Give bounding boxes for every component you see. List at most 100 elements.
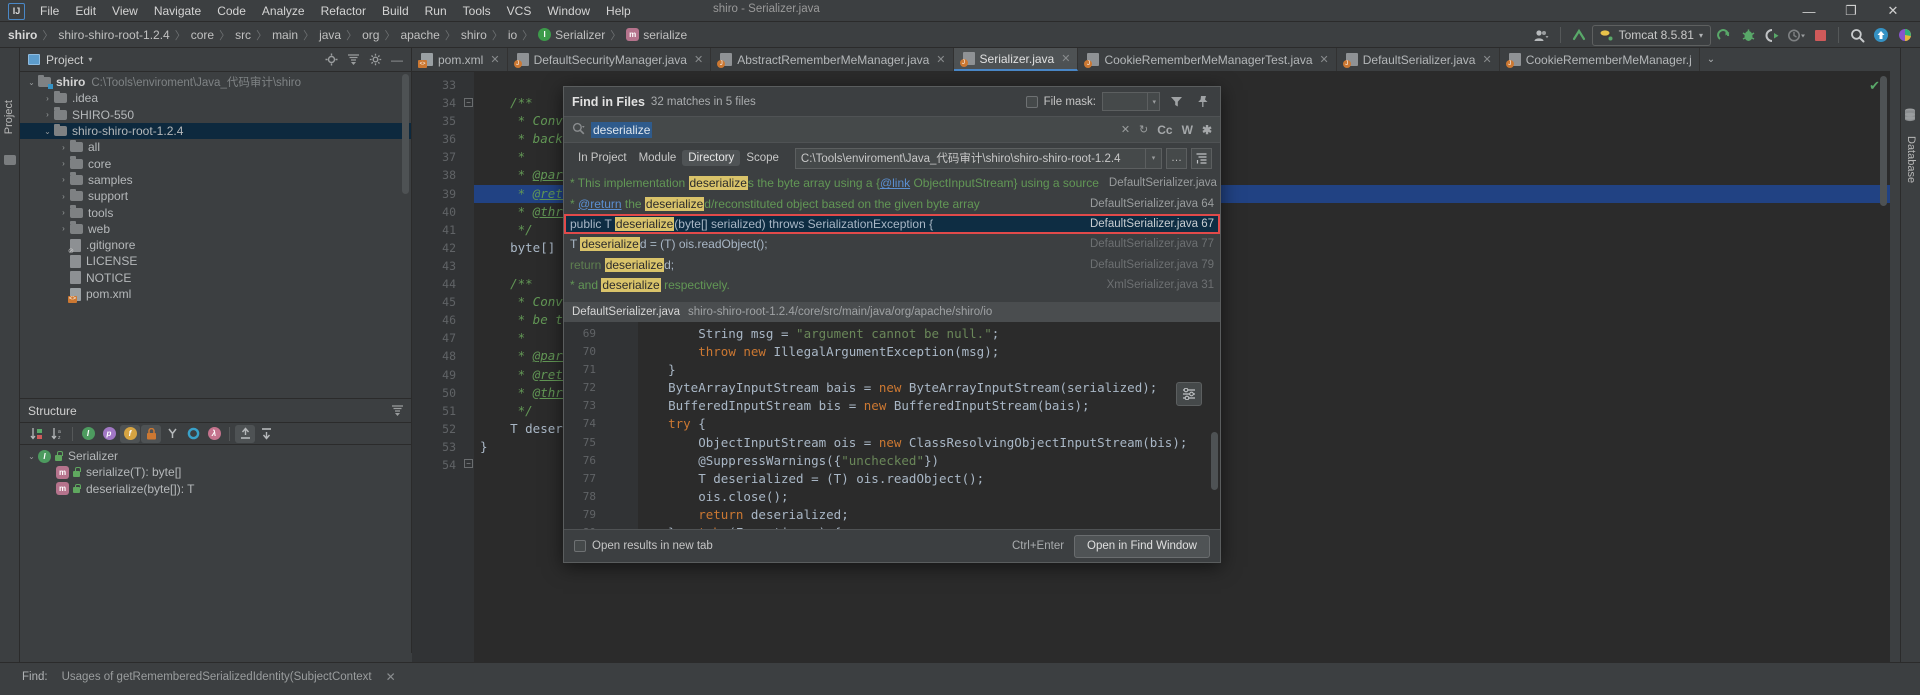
breadcrumb-serializer[interactable]: I Serializer xyxy=(538,28,605,42)
history-icon[interactable]: ↻ xyxy=(1139,123,1148,136)
directory-field[interactable]: C:\Tools\enviroment\Java_代码审计\shiro\shir… xyxy=(794,147,1162,169)
find-result-row[interactable]: * @return the deserialized/reconstituted… xyxy=(564,193,1220,213)
group-by-supertypes-icon[interactable] xyxy=(162,425,182,443)
folder-icon[interactable] xyxy=(4,155,16,165)
scope-tab-in-project[interactable]: In Project xyxy=(572,150,633,166)
run-with-coverage-icon[interactable] xyxy=(1761,24,1783,46)
show-properties-icon[interactable]: p xyxy=(99,425,119,443)
debug-icon[interactable] xyxy=(1737,24,1759,46)
project-tree-row[interactable]: NOTICE xyxy=(20,270,411,286)
menu-item-edit[interactable]: Edit xyxy=(67,1,104,21)
code-fold-icon[interactable]: − xyxy=(464,459,473,468)
chevron-right-icon[interactable]: › xyxy=(58,208,69,217)
close-icon[interactable]: ✕ xyxy=(386,670,396,684)
structure-tree[interactable]: ⌄ I Serializer m serialize(T): byte[] m deseri… xyxy=(20,445,411,497)
show-inherited-icon[interactable]: I xyxy=(78,425,98,443)
structure-tree-row[interactable]: ⌄ I Serializer xyxy=(20,448,411,464)
close-icon[interactable]: ✕ xyxy=(694,53,703,66)
regex-toggle[interactable]: ✱ xyxy=(1202,123,1212,137)
breadcrumb-serialize[interactable]: m serialize xyxy=(626,28,687,42)
find-query-input[interactable]: deserialize xyxy=(591,121,653,138)
find-result-row[interactable]: * and deserialize respectively. XmlSerial… xyxy=(564,275,1220,295)
tool-window-button-project[interactable]: Project xyxy=(3,100,15,134)
chevron-right-icon[interactable]: › xyxy=(58,224,69,233)
chevron-down-icon[interactable]: ▾ xyxy=(88,55,92,64)
maximize-icon[interactable]: ❐ xyxy=(1830,0,1872,22)
close-icon[interactable]: ✕ xyxy=(1872,0,1914,22)
find-result-row[interactable]: return deserialized; DefaultSerializer.ja… xyxy=(564,255,1220,275)
hide-panel-icon[interactable]: — xyxy=(387,50,407,70)
settings-gear-icon[interactable] xyxy=(365,50,385,70)
project-tree-row[interactable]: ⌄ shiro C:\Tools\enviroment\Java_代码审计\shir… xyxy=(20,74,411,90)
close-icon[interactable]: ✕ xyxy=(1482,53,1491,66)
recursive-search-button[interactable] xyxy=(1191,147,1212,169)
chevron-down-icon[interactable]: ⌄ xyxy=(1700,48,1722,71)
scope-tab-scope[interactable]: Scope xyxy=(740,150,785,166)
breadcrumb-org[interactable]: org xyxy=(362,28,379,42)
breadcrumb-core[interactable]: core xyxy=(191,28,214,42)
project-tree-row[interactable]: › core xyxy=(20,155,411,171)
filter-icon[interactable] xyxy=(1166,92,1186,112)
project-scrollbar[interactable] xyxy=(402,74,409,194)
minimize-icon[interactable]: — xyxy=(1788,0,1830,22)
collapse-all-icon[interactable] xyxy=(343,50,363,70)
chevron-right-icon[interactable]: › xyxy=(58,159,69,168)
browse-directory-button[interactable]: … xyxy=(1166,147,1187,169)
structure-tree-row[interactable]: m deserialize(byte[]): T xyxy=(20,481,411,497)
preview-scrollbar[interactable] xyxy=(1211,432,1218,490)
close-icon[interactable]: ✕ xyxy=(936,53,945,66)
project-tree-row[interactable]: LICENSE xyxy=(20,253,411,269)
menu-item-view[interactable]: View xyxy=(104,1,146,21)
breadcrumb-shiro-pkg[interactable]: shiro xyxy=(461,28,487,42)
search-everywhere-icon[interactable] xyxy=(1846,24,1868,46)
sort-by-visibility-icon[interactable] xyxy=(26,425,46,443)
breadcrumb-apache[interactable]: apache xyxy=(400,28,439,42)
sort-alphabetically-icon[interactable]: az xyxy=(47,425,67,443)
show-non-public-icon[interactable] xyxy=(141,424,161,443)
editor-tab[interactable]: AbstractRememberMeManager.java ✕ xyxy=(711,48,954,71)
preview-settings-icon[interactable] xyxy=(1176,382,1202,406)
inspection-status-icon[interactable]: ✔ xyxy=(1869,78,1880,94)
scope-tab-directory[interactable]: Directory xyxy=(682,150,741,166)
project-tree-row[interactable]: › .idea xyxy=(20,90,411,106)
locate-icon[interactable] xyxy=(321,50,341,70)
match-case-toggle[interactable]: Cc xyxy=(1157,123,1172,137)
chevron-right-icon[interactable]: › xyxy=(58,143,69,152)
pin-icon[interactable] xyxy=(1192,92,1212,112)
breadcrumb-src[interactable]: src xyxy=(235,28,251,42)
collapse-all-icon[interactable] xyxy=(387,401,407,421)
file-mask-checkbox[interactable] xyxy=(1025,95,1038,108)
editor-tab[interactable]: DefaultSerializer.java ✕ xyxy=(1337,48,1500,71)
whole-words-toggle[interactable]: W xyxy=(1182,123,1193,137)
show-anonymous-icon[interactable] xyxy=(183,425,203,443)
find-results-list[interactable]: * This implementation deserializes the b… xyxy=(564,173,1220,302)
project-tree-row[interactable]: › support xyxy=(20,188,411,204)
menu-item-refactor[interactable]: Refactor xyxy=(313,1,374,21)
close-icon[interactable]: ✕ xyxy=(490,53,499,66)
vcs-update-icon[interactable] xyxy=(1568,24,1590,46)
project-tree-row[interactable]: pom.xml xyxy=(20,286,411,303)
project-tree[interactable]: ⌄ shiro C:\Tools\enviroment\Java_代码审计\shir… xyxy=(20,72,411,303)
editor-scrollbar[interactable] xyxy=(1880,76,1887,206)
chevron-down-icon[interactable]: ⌄ xyxy=(26,452,37,461)
editor-tab[interactable]: DefaultSecurityManager.java ✕ xyxy=(508,48,712,71)
chevron-right-icon[interactable]: › xyxy=(42,110,53,119)
menu-item-navigate[interactable]: Navigate xyxy=(146,1,209,21)
open-in-find-window-button[interactable]: Open in Find Window xyxy=(1074,534,1210,558)
project-tree-row[interactable]: › SHIRO-550 xyxy=(20,107,411,123)
user-icon[interactable] xyxy=(1531,24,1553,46)
menu-item-help[interactable]: Help xyxy=(598,1,639,21)
structure-tree-row[interactable]: m serialize(T): byte[] xyxy=(20,464,411,480)
menu-item-window[interactable]: Window xyxy=(539,1,598,21)
ide-icon[interactable] xyxy=(1894,24,1916,46)
database-icon[interactable] xyxy=(1904,108,1916,122)
clear-icon[interactable]: ✕ xyxy=(1121,123,1130,136)
expand-all-icon[interactable] xyxy=(235,424,255,443)
menu-item-tools[interactable]: Tools xyxy=(455,1,499,21)
chevron-down-icon[interactable]: ⌄ xyxy=(26,78,37,87)
menu-item-code[interactable]: Code xyxy=(209,1,254,21)
chevron-down-icon[interactable]: ⌄ xyxy=(42,127,53,136)
editor-tab[interactable]: CookieRememberMeManagerTest.java ✕ xyxy=(1078,48,1337,71)
menu-item-analyze[interactable]: Analyze xyxy=(254,1,313,21)
find-result-row[interactable]: * This implementation deserializes the b… xyxy=(564,173,1220,193)
